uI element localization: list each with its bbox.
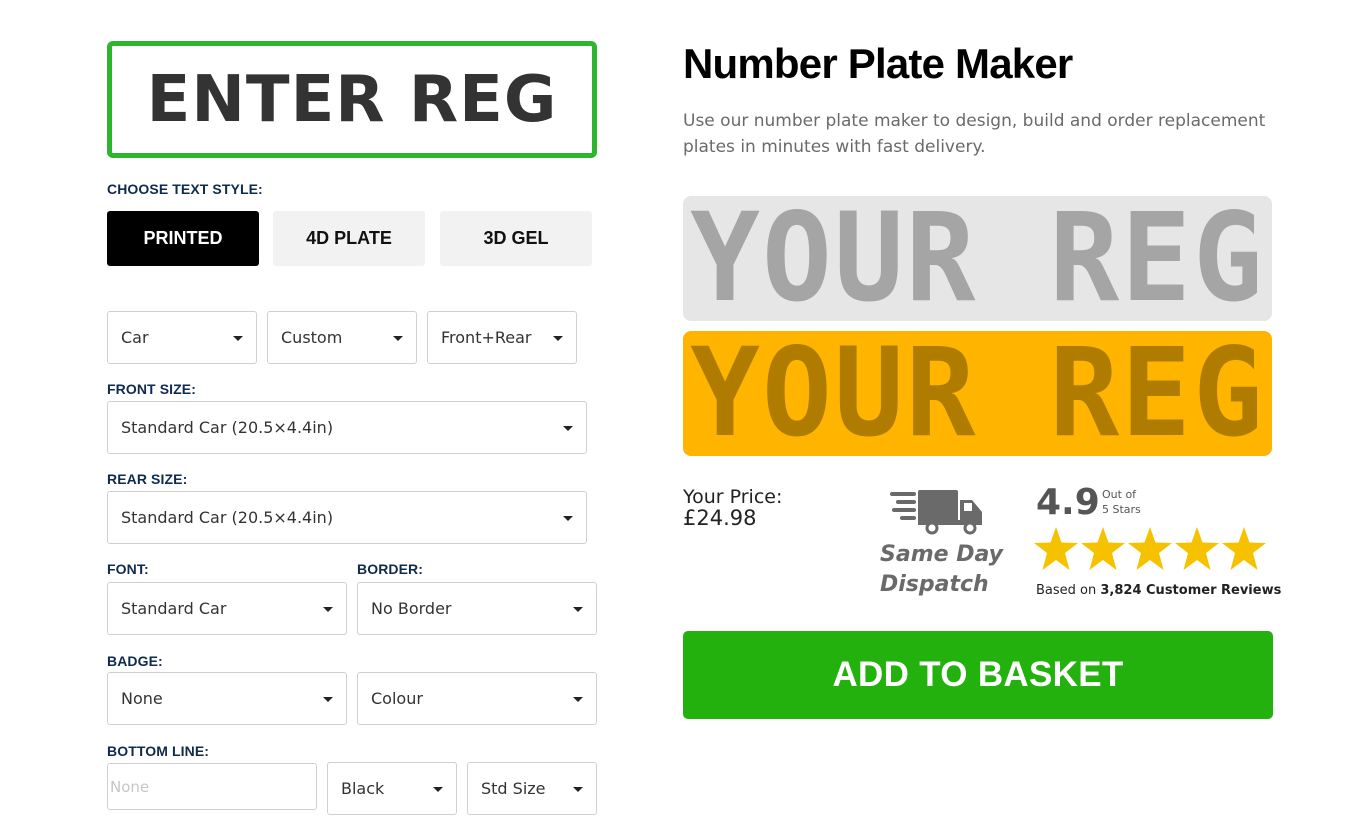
badge-label: BADGE: <box>107 653 163 669</box>
bottom-line-colour-value: Black <box>341 779 385 798</box>
rear-plate-text: YOUR REG <box>690 331 1265 456</box>
price-label: Your Price: <box>683 486 783 508</box>
text-style-printed-button[interactable]: PRINTED <box>107 211 259 266</box>
reviews-summary: Based on 3,824 Customer Reviews <box>1036 583 1281 598</box>
badge-colour-select[interactable]: Colour <box>357 672 597 725</box>
rear-plate-preview: YOUR REG <box>683 331 1272 456</box>
bottom-line-size-value: Std Size <box>481 779 546 798</box>
chevron-down-icon <box>433 786 443 792</box>
badge-select[interactable]: None <box>107 672 347 725</box>
chevron-down-icon <box>563 425 573 431</box>
add-to-basket-button[interactable]: ADD TO BASKET <box>683 631 1273 719</box>
reviews-count: 3,824 Customer Reviews <box>1100 583 1282 598</box>
text-style-3d-gel-button[interactable]: 3D GEL <box>440 211 592 266</box>
front-plate-preview: YOUR REG <box>683 196 1272 321</box>
chevron-down-icon <box>573 786 583 792</box>
chevron-down-icon <box>233 335 243 341</box>
text-style-label: CHOOSE TEXT STYLE: <box>107 181 263 197</box>
star-icon <box>1081 527 1125 570</box>
star-icon <box>1175 527 1219 570</box>
front-plate-text: YOUR REG <box>690 196 1265 321</box>
vehicle-select[interactable]: Car <box>107 311 257 364</box>
rear-size-select[interactable]: Standard Car (20.5×4.4in) <box>107 491 587 544</box>
font-select-value: Standard Car <box>121 599 227 618</box>
chevron-down-icon <box>573 606 583 612</box>
chevron-down-icon <box>563 515 573 521</box>
chevron-down-icon <box>323 606 333 612</box>
front-size-value: Standard Car (20.5×4.4in) <box>121 418 334 437</box>
add-to-basket-label: ADD TO BASKET <box>832 655 1124 694</box>
badge-colour-select-value: Colour <box>371 689 423 708</box>
rear-size-value: Standard Car (20.5×4.4in) <box>121 508 334 527</box>
bottom-line-size-select[interactable]: Std Size <box>467 762 597 815</box>
registration-placeholder: ENTER REG <box>146 62 558 137</box>
price-value: £24.98 <box>683 506 757 530</box>
rating-score: 4.9 <box>1036 482 1100 523</box>
star-icon <box>1034 527 1078 570</box>
border-label: BORDER: <box>357 561 424 577</box>
plates-select[interactable]: Front+Rear <box>427 311 577 364</box>
registration-input[interactable]: ENTER REG <box>107 41 597 158</box>
text-style-4d-plate-button[interactable]: 4D PLATE <box>273 211 425 266</box>
plates-select-value: Front+Rear <box>441 328 532 347</box>
front-size-label: FRONT SIZE: <box>107 381 196 397</box>
font-select[interactable]: Standard Car <box>107 582 347 635</box>
border-select[interactable]: No Border <box>357 582 597 635</box>
badge-select-value: None <box>121 689 163 708</box>
bottom-line-label: BOTTOM LINE: <box>107 743 210 759</box>
intro-text: Use our number plate maker to design, bu… <box>683 111 1266 157</box>
dispatch-line2: Dispatch <box>880 572 989 597</box>
bottom-line-colour-select[interactable]: Black <box>327 762 457 815</box>
front-size-select[interactable]: Standard Car (20.5×4.4in) <box>107 401 587 454</box>
plate-type-select[interactable]: Custom <box>267 311 417 364</box>
bottom-line-input[interactable]: None <box>107 763 317 810</box>
rating-stars <box>1034 527 1266 570</box>
reviews-prefix: Based on <box>1036 583 1101 598</box>
plate-type-select-value: Custom <box>281 328 343 347</box>
rating-out-of-line1: Out of <box>1102 488 1137 501</box>
page-title: Number Plate Maker <box>683 40 1073 87</box>
font-label: FONT: <box>107 561 149 577</box>
chevron-down-icon <box>323 696 333 702</box>
dispatch-line1: Same Day <box>880 542 1003 567</box>
delivery-truck-icon <box>890 490 982 535</box>
bottom-line-placeholder: None <box>110 777 150 796</box>
chevron-down-icon <box>393 335 403 341</box>
vehicle-select-value: Car <box>121 328 149 347</box>
rear-size-label: REAR SIZE: <box>107 471 188 487</box>
star-icon <box>1128 527 1172 570</box>
chevron-down-icon <box>573 696 583 702</box>
border-select-value: No Border <box>371 599 452 618</box>
star-icon <box>1222 527 1266 570</box>
chevron-down-icon <box>553 335 563 341</box>
rating-out-of-line2: 5 Stars <box>1102 503 1141 516</box>
